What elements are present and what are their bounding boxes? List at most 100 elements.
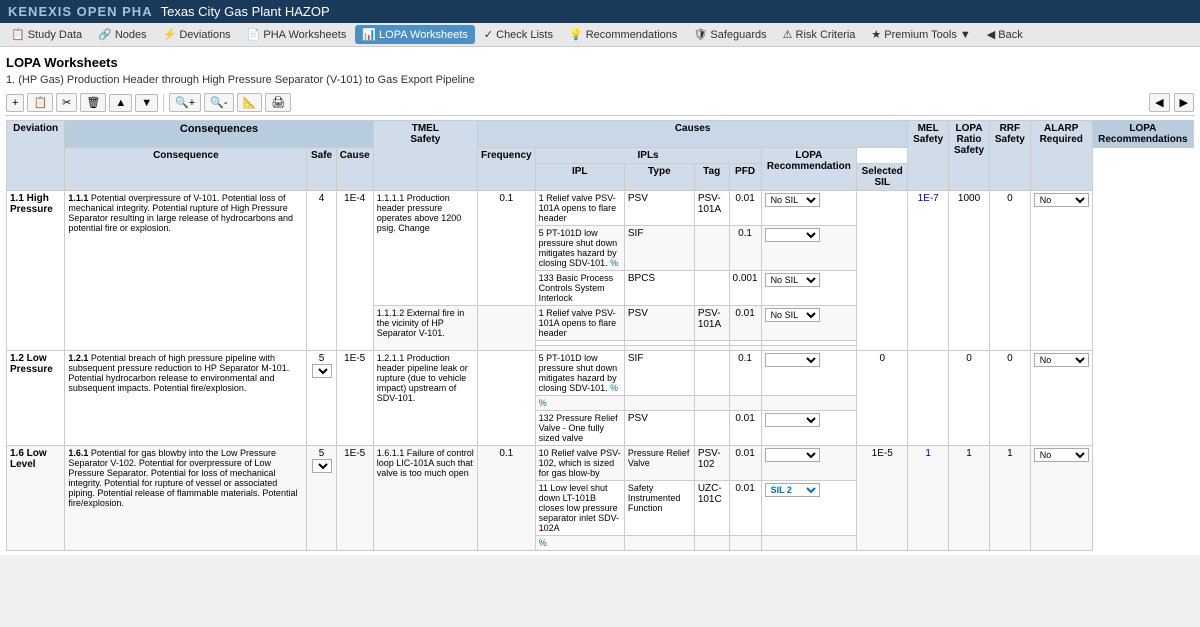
nav-lopa-worksheets[interactable]: 📊 LOPA Worksheets [355,25,475,44]
safe-1-6: 5 ▼ [307,446,336,551]
sil-select-2[interactable] [765,228,820,242]
deviation-1-6: 1.6 Low Level [7,446,65,551]
nav-back[interactable]: ◀ Back [980,25,1030,44]
cut-button[interactable]: ✂ [56,93,77,112]
nav-risk-criteria[interactable]: ⚠ Risk Criteria [776,25,863,44]
tag-1-6-1-1-2: UZC-101C [694,481,729,536]
pfd-1-6-1-1-3 [729,536,761,551]
deviation-1-2: 1.2 Low Pressure [7,351,65,446]
content-area: LOPA Worksheets 1. (HP Gas) Production H… [0,47,1200,555]
toolbar-separator-1 [163,94,164,112]
lopa-rec-select-1[interactable]: No [1034,193,1089,207]
delete-button[interactable]: 🗑 [80,93,106,112]
move-up-button[interactable]: ▲ [109,94,132,112]
ipl-1-1-1-1-3: 133 Basic Process Controls System Interl… [535,271,624,306]
mel-1-2: 0 [857,351,908,446]
brand-logo: Kenexis Open PHA [8,4,153,19]
pfd-1-1-1-1-3: 0.001 [729,271,761,306]
sil-select-1[interactable]: No SIL [765,193,820,207]
nav-deviations[interactable]: ⚡ Deviations [156,25,238,44]
th-lopa-rec-group: LOPA Recommendations [1092,121,1193,148]
type-1-6-1-1-3 [624,536,694,551]
lopa-table-wrap: Deviation Consequences TMELSafety Causes… [6,120,1194,551]
nav-safeguards[interactable]: 🛡 Safeguards [686,25,773,44]
app-header: Kenexis Open PHA Texas City Gas Plant HA… [0,0,1200,23]
nav-safeguards-label: Safeguards [710,29,766,41]
print-button[interactable]: 🖨 [265,93,291,112]
zoom-out-button[interactable]: 🔍- [204,93,233,112]
zoom-in-button[interactable]: 🔍+ [169,93,201,112]
nav-nodes-label: Nodes [115,29,147,41]
freq-1-1-1-2 [478,306,536,351]
sil-select-3[interactable]: No SIL [765,273,820,287]
sil-select-6[interactable] [765,413,820,427]
safe-1-1: 4 [307,191,336,351]
tag-1-2-1-1-1 [694,351,729,396]
lopa-rec-select-3[interactable]: No [1034,448,1089,462]
sil-select-5[interactable] [765,353,820,367]
sil-select-4[interactable]: No SIL [765,308,820,322]
tag-1-1-1-1-2 [694,226,729,271]
sil-1-6-1-1-1 [761,446,857,481]
lopa-rec-1-1: No [1030,191,1092,351]
breadcrumb: 1. (HP Gas) Production Header through Hi… [6,72,1194,90]
nav-study-data[interactable]: 📋 Study Data [4,25,89,44]
type-1-6-1-1-2: Safety Instrumented Function [624,481,694,536]
sil-select-7[interactable] [765,448,820,462]
study-data-icon: 📋 [11,28,25,41]
table-row: 1.6 Low Level 1.6.1 Potential for gas bl… [7,446,1194,481]
nav-premium-tools[interactable]: ★ Premium Tools ▼ [864,25,977,44]
nav-nodes[interactable]: 🔗 Nodes [91,25,154,44]
th-type: Type [624,164,694,191]
nav-risk-criteria-label: Risk Criteria [796,29,856,41]
recommendations-icon: 💡 [569,28,583,41]
lopa-icon: 📊 [362,28,376,41]
safe-select-1-6[interactable]: ▼ [312,459,332,473]
tag-1-1-1-2-1: PSV-101A [694,306,729,341]
nav-recommendations[interactable]: 💡 Recommendations [562,25,684,44]
th-lopa-ratio: LOPA RatioSafety [949,121,990,191]
toolbar: + 📋 ✂ 🗑 ▲ ▼ 🔍+ 🔍- 📐 🖨 ◀ ▶ [6,90,1194,116]
safe-select-1-2[interactable]: ▼ [312,364,332,378]
nav-check-lists[interactable]: ✓ Check Lists [477,25,560,44]
type-1-1-1-2-1: PSV [624,306,694,341]
sil-1-1-1-1-3: No SIL [761,271,857,306]
type-1-1-1-1-3: BPCS [624,271,694,306]
page-nav-left[interactable]: ◀ [1149,93,1169,112]
th-selected-sil: Selected SIL [857,164,908,191]
premium-tools-icon: ★ [871,28,881,41]
th-tmel: TMELSafety [373,121,477,191]
sil-1-6-1-1-2: SIL 2 [761,481,857,536]
cause-1-1-1-1: 1.1.1.1 Production header pressure opera… [373,191,477,306]
sil-1-2-1-1-3 [761,411,857,446]
type-1-6-1-1-1: Pressure Relief Valve [624,446,694,481]
page-nav-right[interactable]: ▶ [1174,93,1194,112]
rrf-1-2: 0 [949,351,990,446]
nav-checklists-label: Check Lists [496,29,553,41]
add-button[interactable]: + [6,94,24,112]
pfd-1-1-1-1-2: 0.1 [729,226,761,271]
nav-pha-worksheets[interactable]: 📄 PHA Worksheets [240,25,354,44]
freq-1-2-1-1 [478,351,536,446]
mel-1-1 [857,191,908,351]
tmel-1-6: 1E-5 [336,446,373,551]
pfd-1-1-1-1-1: 0.01 [729,191,761,226]
lopa-rec-select-2[interactable]: No [1034,353,1089,367]
type-1-2-1-1-3: PSV [624,411,694,446]
app-title: Texas City Gas Plant HAZOP [161,4,330,19]
sil-select-8[interactable]: SIL 2 [765,483,820,497]
fit-button[interactable]: 📐 [237,93,263,112]
sil-1-1-1-1-2 [761,226,857,271]
pfd-1-2-1-1-2 [729,396,761,411]
type-1-1-1-1-2: SIF [624,226,694,271]
type-1-2-1-1-1: SIF [624,351,694,396]
tag-1-6-1-1-3 [694,536,729,551]
pha-icon: 📄 [247,28,261,41]
alarp-1-6: 1 [989,446,1030,551]
cause-1-6-1-1: 1.6.1.1 Failure of control loop LIC-101A… [373,446,477,551]
lopa-table: Deviation Consequences TMELSafety Causes… [6,120,1194,551]
ipl-1-2-1-1-1: 5 PT-101D low pressure shut down mitigat… [535,351,624,396]
move-down-button[interactable]: ▼ [135,94,158,112]
lopa-ratio-1-1: 1E-7 [908,191,949,351]
copy-button[interactable]: 📋 [27,93,53,112]
